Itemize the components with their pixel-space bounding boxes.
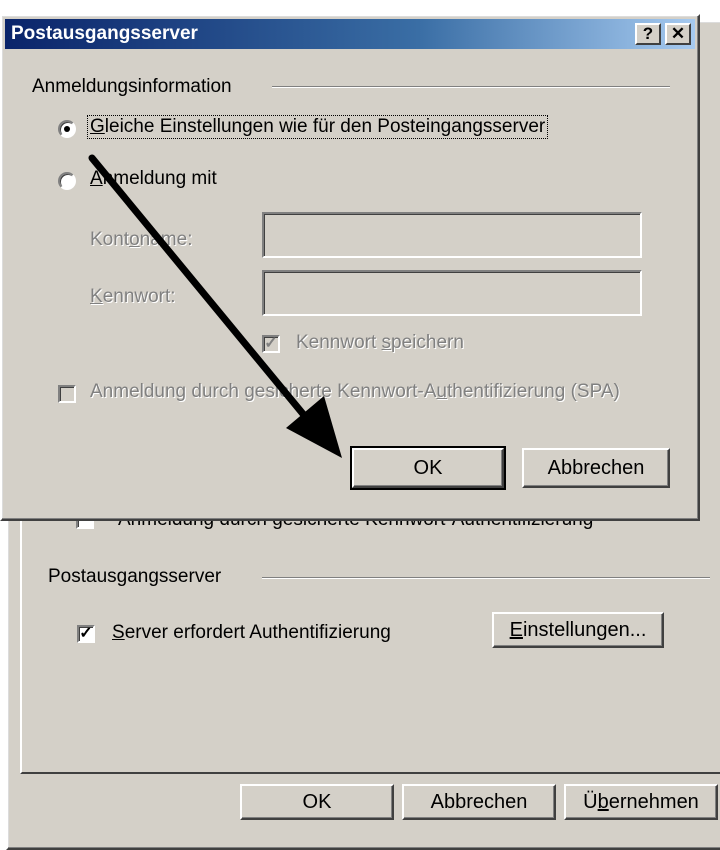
arrow-shaft: [88, 154, 312, 424]
annotation-arrow: [88, 154, 342, 458]
